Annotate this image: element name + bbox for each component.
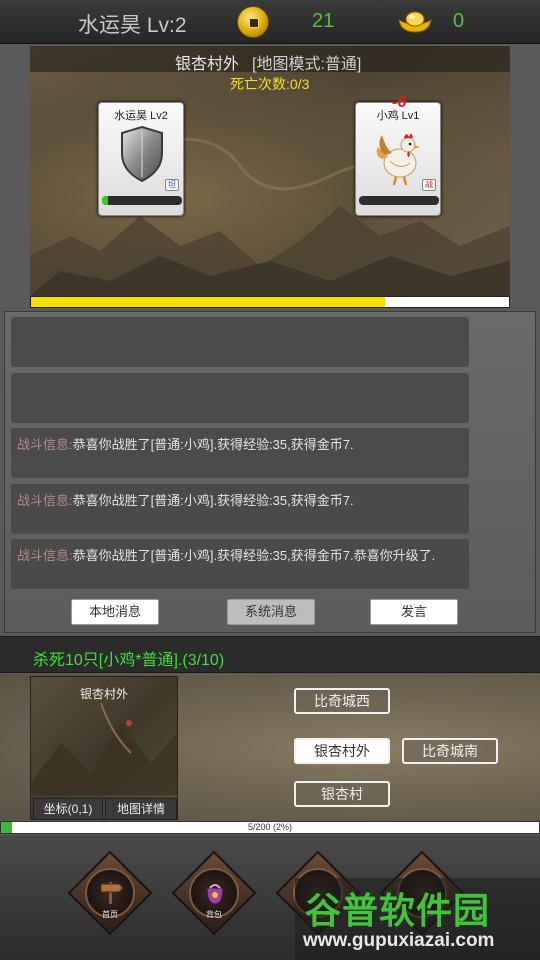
enemy-role-tag: 战 <box>422 179 436 191</box>
player-card[interactable]: 水运昊 Lv2 坦 <box>98 102 184 216</box>
player-hp-bar <box>102 196 182 205</box>
minimap[interactable]: 银杏村外 坐标(0,1) 地图详情 <box>30 676 178 820</box>
gold-ingot-icon <box>398 11 432 33</box>
nav-bag[interactable]: 背包 <box>171 850 257 936</box>
nav-bag-label: 背包 <box>206 910 222 919</box>
message-item: 战斗信息:恭喜你战胜了[普通:小鸡].获得经验:35,获得金币7.恭喜你升级了. <box>11 539 469 589</box>
quest-tracker[interactable]: 杀死10只[小鸡*普通].(3/10) <box>0 636 540 673</box>
battle-header: 银杏村外 [地图模式:普通] <box>30 46 510 73</box>
message-text: 恭喜你战胜了[普通:小鸡].获得经验:35,获得金币7. <box>72 437 354 452</box>
enemy-hp-bar <box>359 196 439 205</box>
message-panel[interactable]: 战斗信息:恭喜你战胜了[普通:小鸡].获得经验:35,获得金币7. 战斗信息:恭… <box>4 311 536 633</box>
minimap-terrain <box>31 703 177 795</box>
destination-ginkgo-village[interactable]: 银杏村 <box>294 781 390 807</box>
enemy-card[interactable]: 小鸡 Lv1 战 <box>355 102 441 216</box>
battle-map-mode: [地图模式:普通] <box>252 56 362 73</box>
watermark-title: 谷普软件园 <box>305 890 491 931</box>
map-detail-button[interactable]: 地图详情 <box>105 798 177 820</box>
copper-coin-icon <box>237 6 269 38</box>
experience-text: 5/200 (2%) <box>247 822 293 832</box>
experience-bar: 5/200 (2%) <box>0 821 540 834</box>
map-navigation-panel: 银杏村外 坐标(0,1) 地图详情 比奇城西 银杏村外 比奇城南 银杏村 <box>0 674 540 820</box>
destination-biqi-west[interactable]: 比奇城西 <box>294 688 390 714</box>
minimap-title: 银杏村外 <box>79 687 128 701</box>
coordinate-button[interactable]: 坐标(0,1) <box>33 798 103 820</box>
site-watermark: 谷普软件园 www.gupuxiazai.com <box>295 878 540 960</box>
coin-count: 21 <box>312 10 335 32</box>
destination-current[interactable]: 银杏村外 <box>294 738 390 764</box>
gold-count: 0 <box>453 10 465 32</box>
player-card-name: 水运昊 Lv2 <box>114 110 168 122</box>
nav-home[interactable]: 首页 <box>67 850 153 936</box>
message-item: 战斗信息:恭喜你战胜了[普通:小鸡].获得经验:35,获得金币7. <box>11 428 469 478</box>
speak-button[interactable]: 发言 <box>370 599 458 625</box>
nav-home-label: 首页 <box>102 910 118 919</box>
message-text: 恭喜你战胜了[普通:小鸡].获得经验:35,获得金币7. <box>72 493 354 508</box>
tab-system-messages[interactable]: 系统消息 <box>227 599 315 625</box>
watermark-url: www.gupuxiazai.com <box>303 930 495 951</box>
message-item: 战斗信息:恭喜你战胜了[普通:小鸡].获得经验:35,获得金币7. <box>11 484 469 534</box>
rooster-icon <box>376 133 420 186</box>
death-counter: 死亡次数:0/3 <box>230 76 310 92</box>
top-status-bar: 水运昊 Lv:2 21 0 <box>0 0 540 44</box>
shield-icon <box>121 125 163 183</box>
player-role-tag: 坦 <box>165 179 179 191</box>
battle-panel: 银杏村外 [地图模式:普通] 死亡次数:0/3 水运昊 Lv2 坦 小鸡 Lv1 <box>30 46 510 296</box>
message-prefix: 战斗信息: <box>17 493 73 508</box>
battle-map-title: 银杏村外 <box>175 56 240 73</box>
message-text: 恭喜你战胜了[普通:小鸡].获得经验:35,获得金币7.恭喜你升级了. <box>72 548 436 563</box>
message-item <box>11 373 469 423</box>
message-prefix: 战斗信息: <box>17 437 73 452</box>
player-name-level: 水运昊 Lv:2 <box>78 14 187 37</box>
quest-text: 杀死10只[小鸡*普通].(3/10) <box>33 652 225 669</box>
battle-progress-bar <box>30 296 510 308</box>
message-item <box>11 317 469 367</box>
tab-local-messages[interactable]: 本地消息 <box>71 599 159 625</box>
damage-number: -6 <box>392 94 407 111</box>
destination-biqi-south[interactable]: 比奇城南 <box>402 738 498 764</box>
battle-progress-fill <box>31 297 385 307</box>
message-prefix: 战斗信息: <box>17 548 73 563</box>
player-hp-fill <box>102 196 109 205</box>
